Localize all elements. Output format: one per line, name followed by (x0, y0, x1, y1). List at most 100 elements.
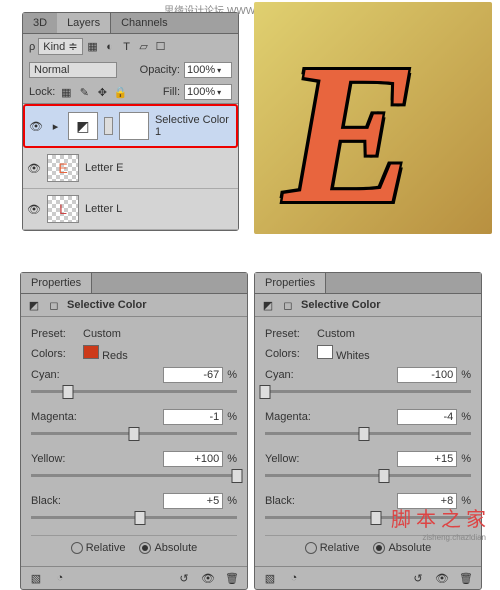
slider-handle[interactable] (371, 511, 382, 525)
filter-type-icon[interactable]: T (120, 40, 134, 54)
layer-row-letter-e[interactable]: 👁 E Letter E (23, 148, 238, 189)
slider-value[interactable]: +5 (163, 493, 223, 509)
slider-handle[interactable] (232, 469, 243, 483)
filter-smart-icon[interactable]: ☐ (154, 40, 168, 54)
slider-track[interactable] (31, 427, 237, 441)
chevron-down-icon[interactable]: ▸ (49, 119, 62, 133)
slider-handle[interactable] (63, 385, 74, 399)
radio-absolute[interactable] (139, 542, 151, 554)
reset-icon[interactable]: ↺ (411, 571, 425, 585)
slider-value[interactable]: -4 (397, 409, 457, 425)
slider-label: Black: (265, 495, 397, 507)
slider-track[interactable] (265, 469, 471, 483)
slider-track[interactable] (265, 427, 471, 441)
layers-filter-row: ρ Kind ≑ ▦ ◐ T ▱ ☐ (23, 34, 238, 59)
panel-footer: ▧ ◔ ↺ 👁 🗑 (255, 566, 481, 589)
lock-pixels-icon[interactable]: ✎ (77, 85, 91, 99)
slider-value[interactable]: +15 (397, 451, 457, 467)
filter-shape-icon[interactable]: ▱ (137, 40, 151, 54)
blend-mode-select[interactable]: Normal (29, 62, 117, 78)
opacity-input[interactable]: 100%▾ (184, 62, 232, 78)
panel-title: Selective Color (67, 299, 146, 311)
clip-icon[interactable]: ◔ (287, 571, 301, 585)
radio-relative[interactable] (71, 542, 83, 554)
visibility-icon[interactable]: 👁 (29, 120, 43, 133)
adjustment-thumb: ◩ (68, 112, 98, 140)
watermark-url: zisheng.chazidian (422, 533, 486, 542)
slider-handle[interactable] (260, 385, 271, 399)
properties-panel-right: Properties ◩ ◻ Selective Color Preset: Cust… (254, 272, 482, 590)
lock-row: Lock: ▦ ✎ ✥ 🔒 Fill: 100%▾ (23, 81, 238, 103)
footer-icon[interactable]: ▧ (29, 571, 43, 585)
panel-title: Selective Color (301, 299, 380, 311)
visibility-icon[interactable]: 👁 (27, 203, 41, 216)
mask-icon: ◻ (281, 298, 295, 312)
preset-select[interactable]: Custom (317, 328, 471, 340)
watermark-bottom: 脚 本 之 家 (391, 503, 486, 532)
properties-panel-left: Properties ◩◻Selective Color Preset:Cust… (20, 272, 248, 590)
trash-icon[interactable]: 🗑 (459, 571, 473, 585)
filter-adjust-icon[interactable]: ◐ (103, 40, 117, 54)
clip-icon[interactable]: ◔ (53, 571, 67, 585)
slider-value[interactable]: +100 (163, 451, 223, 467)
slider-label: Magenta: (31, 411, 163, 423)
layer-name[interactable]: Letter E (85, 162, 124, 174)
slider-handle[interactable] (358, 427, 369, 441)
lock-transparency-icon[interactable]: ▦ (59, 85, 73, 99)
opacity-label: Opacity: (140, 64, 180, 76)
footer-icon[interactable]: ▧ (263, 571, 277, 585)
visibility-icon[interactable]: 👁 (435, 571, 449, 585)
preset-label: Preset: (31, 328, 79, 340)
layer-row-selective-color[interactable]: 👁 ▸ ◩ Selective Color 1 (23, 104, 238, 148)
preset-label: Preset: (265, 328, 313, 340)
tab-layers[interactable]: Layers (57, 13, 111, 33)
reset-icon[interactable]: ↺ (177, 571, 191, 585)
lock-label: Lock: (29, 86, 55, 98)
letter-e-art: E (284, 20, 417, 234)
trash-icon[interactable]: 🗑 (225, 571, 239, 585)
mask-thumb (119, 112, 149, 140)
slider-label: Magenta: (265, 411, 397, 423)
color-swatch (83, 345, 99, 359)
slider-value[interactable]: -67 (163, 367, 223, 383)
layer-row-letter-l[interactable]: 👁 L Letter L (23, 189, 238, 230)
fill-label: Fill: (163, 86, 180, 98)
tab-3d[interactable]: 3D (23, 13, 57, 33)
colors-select[interactable]: Whites (317, 345, 471, 362)
kind-label: ρ (29, 41, 35, 53)
lock-all-icon[interactable]: 🔒 (113, 85, 127, 99)
slider-value[interactable]: -1 (163, 409, 223, 425)
slider-track[interactable] (31, 385, 237, 399)
layer-name[interactable]: Selective Color 1 (155, 114, 232, 138)
visibility-icon[interactable]: 👁 (201, 571, 215, 585)
slider-track[interactable] (31, 511, 237, 525)
adjustment-icon: ◩ (261, 298, 275, 312)
layers-tabs: 3D Layers Channels (23, 13, 238, 34)
tab-properties[interactable]: Properties (255, 273, 326, 293)
slider-label: Yellow: (31, 453, 163, 465)
tab-channels[interactable]: Channels (111, 13, 177, 33)
slider-handle[interactable] (379, 469, 390, 483)
lock-position-icon[interactable]: ✥ (95, 85, 109, 99)
slider-track[interactable] (31, 469, 237, 483)
layer-list: 👁 ▸ ◩ Selective Color 1 👁 E Letter E 👁 L… (23, 103, 238, 230)
slider-handle[interactable] (135, 511, 146, 525)
fill-input[interactable]: 100%▾ (184, 84, 232, 100)
tab-properties[interactable]: Properties (21, 273, 92, 293)
slider-value[interactable]: -100 (397, 367, 457, 383)
radio-absolute[interactable] (373, 542, 385, 554)
filter-image-icon[interactable]: ▦ (86, 40, 100, 54)
radio-relative[interactable] (305, 542, 317, 554)
mask-icon: ◻ (47, 298, 61, 312)
colors-select[interactable]: Reds (83, 345, 237, 362)
visibility-icon[interactable]: 👁 (27, 162, 41, 175)
kind-select[interactable]: Kind ≑ (38, 38, 82, 55)
layer-name[interactable]: Letter L (85, 203, 122, 215)
link-icon[interactable] (104, 117, 113, 135)
preset-select[interactable]: Custom (83, 328, 237, 340)
slider-track[interactable] (265, 385, 471, 399)
colors-label: Colors: (31, 348, 79, 360)
method-radios: Relative Absolute (31, 535, 237, 554)
colors-label: Colors: (265, 348, 313, 360)
slider-handle[interactable] (129, 427, 140, 441)
